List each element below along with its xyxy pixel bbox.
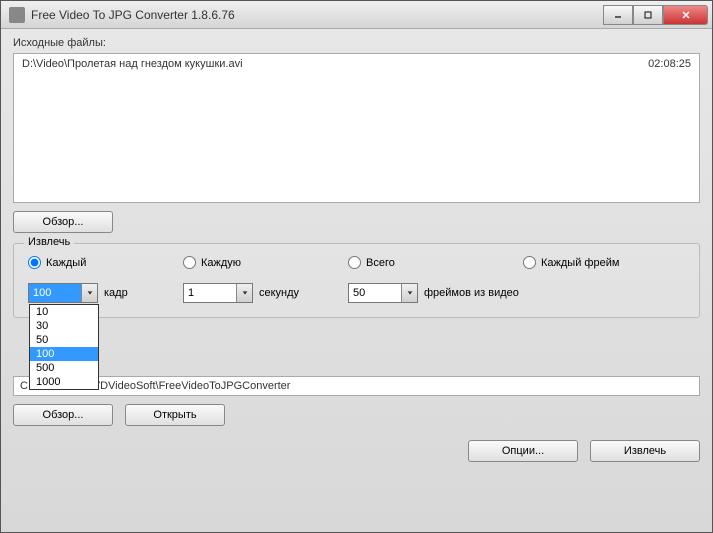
second-label: секунду bbox=[259, 287, 299, 299]
radio-total-label[interactable]: Всего bbox=[366, 257, 395, 269]
source-files-list[interactable]: D:\Video\Пролетая над гнездом кукушки.av… bbox=[13, 53, 700, 203]
chevron-down-icon[interactable] bbox=[81, 284, 97, 302]
frames-from-video-label: фреймов из видео bbox=[424, 287, 519, 299]
second-combo[interactable]: 1 bbox=[183, 283, 253, 303]
radio-every-second[interactable] bbox=[183, 256, 196, 269]
extract-group: Извлечь Каждый Каждую Всего Каждый фрей bbox=[13, 243, 700, 318]
dropdown-option[interactable]: 500 bbox=[30, 361, 98, 375]
radio-total[interactable] bbox=[348, 256, 361, 269]
window-controls bbox=[603, 5, 708, 25]
frame-dropdown: 10 30 50 100 500 1000 bbox=[29, 304, 99, 390]
dropdown-option[interactable]: 50 bbox=[30, 333, 98, 347]
source-files-label: Исходные файлы: bbox=[13, 37, 700, 49]
total-combo-value: 50 bbox=[349, 284, 401, 302]
extract-group-title: Извлечь bbox=[24, 236, 74, 248]
dropdown-option[interactable]: 30 bbox=[30, 319, 98, 333]
window-title: Free Video To JPG Converter 1.8.6.76 bbox=[31, 8, 603, 22]
file-row[interactable]: D:\Video\Пролетая над гнездом кукушки.av… bbox=[16, 56, 697, 72]
extract-values-row: 100 10 30 50 100 500 1000 кадр bbox=[28, 283, 685, 303]
options-button[interactable]: Опции... bbox=[468, 440, 578, 462]
app-icon bbox=[9, 7, 25, 23]
footer-buttons: Опции... Извлечь bbox=[13, 440, 700, 462]
radio-every-frame-label[interactable]: Каждый bbox=[46, 257, 86, 269]
dropdown-option[interactable]: 10 bbox=[30, 305, 98, 319]
frame-label: кадр bbox=[104, 287, 128, 299]
browse-output-button[interactable]: Обзор... bbox=[13, 404, 113, 426]
radio-each-frame-label[interactable]: Каждый фрейм bbox=[541, 257, 619, 269]
close-button[interactable] bbox=[663, 5, 708, 25]
browse-source-button[interactable]: Обзор... bbox=[13, 211, 113, 233]
file-duration: 02:08:25 bbox=[648, 58, 691, 70]
extract-button[interactable]: Извлечь bbox=[590, 440, 700, 462]
radio-each-frame[interactable] bbox=[523, 256, 536, 269]
dropdown-option[interactable]: 1000 bbox=[30, 375, 98, 389]
minimize-button[interactable] bbox=[603, 5, 633, 25]
output-section: C:\ocuments\DVDVideoSoft\FreeVideoToJPGC… bbox=[13, 376, 700, 426]
radio-every-frame[interactable] bbox=[28, 256, 41, 269]
radio-every-second-label[interactable]: Каждую bbox=[201, 257, 241, 269]
frame-combo[interactable]: 100 10 30 50 100 500 1000 bbox=[28, 283, 98, 303]
chevron-down-icon[interactable] bbox=[401, 284, 417, 302]
maximize-button[interactable] bbox=[633, 5, 663, 25]
dropdown-option[interactable]: 100 bbox=[30, 347, 98, 361]
output-path-field[interactable]: C:\ocuments\DVDVideoSoft\FreeVideoToJPGC… bbox=[13, 376, 700, 396]
frame-combo-value: 100 bbox=[29, 284, 81, 302]
total-combo[interactable]: 50 bbox=[348, 283, 418, 303]
titlebar: Free Video To JPG Converter 1.8.6.76 bbox=[1, 1, 712, 29]
content-area: SOFTPORTAL www.softportal.com Исходные ф… bbox=[1, 29, 712, 470]
second-combo-value: 1 bbox=[184, 284, 236, 302]
open-output-button[interactable]: Открыть bbox=[125, 404, 225, 426]
file-path: D:\Video\Пролетая над гнездом кукушки.av… bbox=[22, 58, 648, 70]
chevron-down-icon[interactable] bbox=[236, 284, 252, 302]
extract-mode-row: Каждый Каждую Всего Каждый фрейм bbox=[28, 256, 685, 269]
main-window: Free Video To JPG Converter 1.8.6.76 SOF… bbox=[0, 0, 713, 533]
